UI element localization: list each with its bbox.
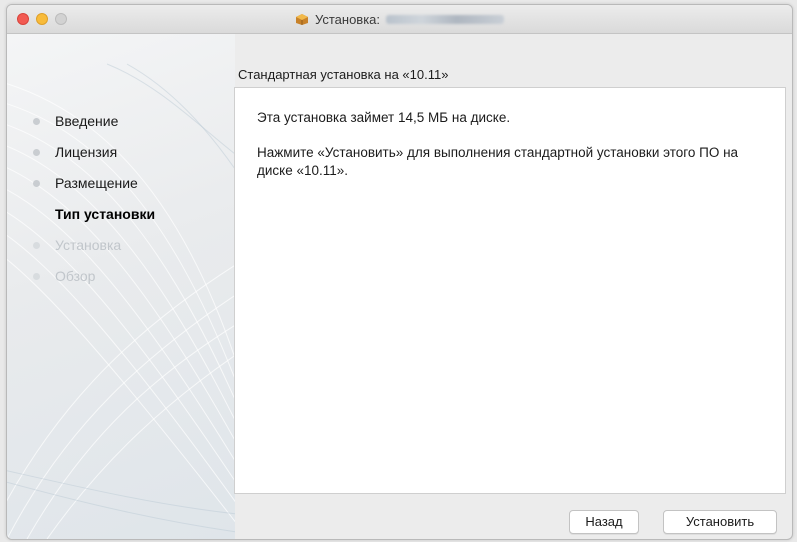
step-label: Обзор [55, 268, 96, 284]
window-title-area: Установка: [7, 5, 792, 33]
step-dot [33, 118, 40, 125]
install-button[interactable]: Установить [663, 510, 777, 534]
step-installation: Установка [27, 237, 155, 268]
install-instruction-text: Нажмите «Установить» для выполнения стан… [257, 145, 739, 178]
step-label: Введение [55, 113, 119, 129]
back-button[interactable]: Назад [569, 510, 639, 534]
step-dot [33, 211, 40, 218]
package-icon [295, 14, 308, 25]
page-subtitle: Стандартная установка на «10.11» [238, 67, 449, 82]
window-title: Установка: [314, 11, 381, 27]
content-panel: Эта установка займет 14,5 МБ на диске. Н… [234, 87, 786, 494]
step-label: Тип установки [55, 206, 156, 222]
step-dot [33, 180, 40, 187]
installer-steps: Введение Лицензия Размещение Тип установ… [27, 113, 155, 299]
step-dot [33, 242, 40, 249]
installer-window: Установка: Введение Лицензия Размещение … [6, 4, 793, 540]
step-introduction: Введение [27, 113, 155, 144]
step-label: Установка [55, 237, 122, 253]
step-license: Лицензия [27, 144, 155, 175]
title-bar: Установка: [7, 5, 792, 34]
step-destination: Размещение [27, 175, 155, 206]
window-title-obscured [386, 14, 505, 24]
step-dot [33, 149, 40, 156]
step-label: Лицензия [55, 144, 118, 160]
step-label: Размещение [55, 175, 138, 191]
step-summary: Обзор [27, 268, 155, 299]
step-dot [33, 273, 40, 280]
install-size-text: Эта установка займет 14,5 МБ на диске. [257, 110, 511, 125]
step-installation-type: Тип установки [27, 206, 155, 237]
